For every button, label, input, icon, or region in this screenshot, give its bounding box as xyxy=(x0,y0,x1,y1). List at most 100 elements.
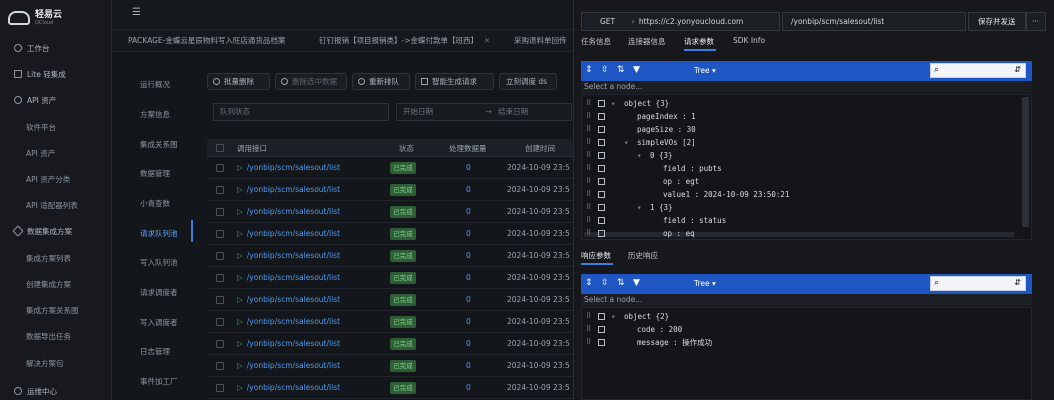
table-row[interactable]: ▷/yonbip/scm/salesout/list 已完成 0 2024-10-09… xyxy=(207,267,582,289)
subnav-overview[interactable]: 运行概况 xyxy=(140,79,170,90)
json-node[interactable]: ⠿ message : 操作成功 xyxy=(582,336,1012,349)
processed-count[interactable]: 0 xyxy=(466,361,471,370)
view-mode-select[interactable]: Tree ▾ xyxy=(694,279,716,288)
expand-toggle-icon[interactable]: ▾ xyxy=(611,97,616,110)
search-nav-icon[interactable]: ⇵ xyxy=(1014,278,1021,287)
sidebar-item-api-assets[interactable]: API 资产 xyxy=(0,91,112,109)
json-node[interactable]: ⠿ pageIndex : 1 xyxy=(582,110,1012,123)
subnav-integration-graph[interactable]: 集成关系图 xyxy=(140,139,178,150)
row-checkbox[interactable] xyxy=(216,230,224,238)
tab-connector-info[interactable]: 连接器信息 xyxy=(628,36,666,47)
expand-all-icon[interactable]: ⇕ xyxy=(585,278,593,288)
dispatch-now-button[interactable]: 立刻调度 ds xyxy=(499,73,557,90)
context-menu-button[interactable] xyxy=(598,178,605,185)
tab-package[interactable]: PACKAGE-金蝶云星辰物料写入旺店通货品档案 xyxy=(128,30,318,51)
table-row[interactable]: ▷/yonbip/scm/salesout/list 已完成 0 2024-10-09… xyxy=(207,289,582,311)
row-checkbox[interactable] xyxy=(216,384,224,392)
row-checkbox[interactable] xyxy=(216,318,224,326)
url-bar[interactable]: GET › https://c2.yonyoucloud.com xyxy=(581,12,780,31)
json-search-input[interactable]: ⌕ ⇵ xyxy=(930,63,1026,78)
table-row[interactable]: ▷/yonbip/scm/salesout/list 已完成 0 2024-10-09… xyxy=(207,223,582,245)
brand-logo[interactable]: 轻易云 QCloud xyxy=(8,8,98,28)
api-link[interactable]: ▷/yonbip/scm/salesout/list xyxy=(237,317,340,326)
json-node[interactable]: ⠿ pageSize : 30 xyxy=(582,123,1012,136)
tab-request-params[interactable]: 请求参数 xyxy=(684,36,714,47)
json-node[interactable]: ⠿ ▾ 0 {3} xyxy=(582,149,1012,162)
sidebar-item-software-platform[interactable]: 软件平台 xyxy=(0,118,112,136)
sidebar-item-api-adapters[interactable]: API 适配器列表 xyxy=(0,196,112,214)
delete-selected-button[interactable]: 删除选中数据 xyxy=(275,73,347,90)
drag-handle-icon[interactable]: ⠿ xyxy=(586,214,591,227)
json-node[interactable]: ⠿ ▾ 1 {3} xyxy=(582,201,1012,214)
subnav-solution-info[interactable]: 方案信息 xyxy=(140,109,170,120)
context-menu-button[interactable] xyxy=(598,339,605,346)
drag-handle-icon[interactable]: ⠿ xyxy=(586,123,591,136)
context-menu-button[interactable] xyxy=(598,100,605,107)
drag-handle-icon[interactable]: ⠿ xyxy=(586,136,591,149)
api-link[interactable]: ▷/yonbip/scm/salesout/list xyxy=(237,383,340,392)
processed-count[interactable]: 0 xyxy=(466,251,471,260)
processed-count[interactable]: 0 xyxy=(466,317,471,326)
save-send-button[interactable]: 保存并发送 xyxy=(968,12,1026,31)
subnav-event-factory[interactable]: 事件加工厂 xyxy=(140,376,178,387)
sidebar-item-ops-center[interactable]: 运维中心 xyxy=(0,382,112,400)
tab-history-response[interactable]: 历史响应 xyxy=(628,250,658,261)
json-node[interactable]: ⠿ op : egt xyxy=(582,175,1012,188)
processed-count[interactable]: 0 xyxy=(466,339,471,348)
drag-handle-icon[interactable]: ⠿ xyxy=(586,310,591,323)
tab-task-info[interactable]: 任务信息 xyxy=(581,36,611,47)
drag-handle-icon[interactable]: ⠿ xyxy=(586,175,591,188)
close-icon[interactable]: ✕ xyxy=(484,36,490,45)
expand-toggle-icon[interactable]: ▾ xyxy=(624,136,629,149)
row-checkbox[interactable] xyxy=(216,252,224,260)
smart-generate-button[interactable]: 智能生成请求 xyxy=(415,73,494,90)
context-menu-button[interactable] xyxy=(598,326,605,333)
table-row[interactable]: ▷/yonbip/scm/salesout/list 已完成 0 2024-10-09… xyxy=(207,333,582,355)
api-link[interactable]: ▷/yonbip/scm/salesout/list xyxy=(237,185,340,194)
context-menu-button[interactable] xyxy=(598,313,605,320)
drag-handle-icon[interactable]: ⠿ xyxy=(586,110,591,123)
table-row[interactable]: ▷/yonbip/scm/salesout/list 已完成 0 2024-10-09… xyxy=(207,201,582,223)
drag-handle-icon[interactable]: ⠿ xyxy=(586,227,591,240)
api-link[interactable]: ▷/yonbip/scm/salesout/list xyxy=(237,229,340,238)
sidebar-item-export-tasks[interactable]: 数据导出任务 xyxy=(0,327,112,345)
row-checkbox[interactable] xyxy=(216,164,224,172)
table-row[interactable]: ▷/yonbip/scm/salesout/list 已完成 0 2024-10-09… xyxy=(207,179,582,201)
context-menu-button[interactable] xyxy=(598,217,605,224)
table-row[interactable]: ▷/yonbip/scm/salesout/list 已完成 0 2024-10-09… xyxy=(207,157,582,179)
batch-delete-button[interactable]: 批量删除 xyxy=(207,73,270,90)
sidebar-item-solution-package[interactable]: 解决方案包 xyxy=(0,354,112,372)
row-checkbox[interactable] xyxy=(216,274,224,282)
api-link[interactable]: ▷/yonbip/scm/salesout/list xyxy=(237,295,340,304)
node-selector[interactable]: Select a node... xyxy=(581,81,1032,93)
sidebar-item-solution-list[interactable]: 集成方案列表 xyxy=(0,249,112,267)
sidebar-item-api-category[interactable]: API 资产分类 xyxy=(0,170,112,188)
api-link[interactable]: ▷/yonbip/scm/salesout/list xyxy=(237,207,340,216)
context-menu-button[interactable] xyxy=(598,139,605,146)
filter-icon[interactable]: ▼ xyxy=(633,278,640,288)
scrollbar[interactable] xyxy=(1022,97,1029,227)
filter-icon[interactable]: ▼ xyxy=(633,65,640,75)
search-nav-icon[interactable]: ⇵ xyxy=(1014,65,1021,74)
api-link[interactable]: ▷/yonbip/scm/salesout/list xyxy=(237,251,340,260)
collapse-all-icon[interactable]: ⇳ xyxy=(601,65,609,75)
json-node[interactable]: ⠿ ▾ object {3} xyxy=(582,97,1012,110)
menu-toggle-icon[interactable]: ☰ xyxy=(132,8,142,18)
drag-handle-icon[interactable]: ⠿ xyxy=(586,336,591,349)
sidebar-item-solution-graph[interactable]: 集成方案关系图 xyxy=(0,301,112,319)
row-checkbox[interactable] xyxy=(216,208,224,216)
context-menu-button[interactable] xyxy=(598,165,605,172)
api-link[interactable]: ▷/yonbip/scm/salesout/list xyxy=(237,339,340,348)
sidebar-item-create-solution[interactable]: 创建集成方案 xyxy=(0,275,112,293)
requeue-button[interactable]: 重新排队 xyxy=(352,73,410,90)
context-menu-button[interactable] xyxy=(598,204,605,211)
node-selector[interactable]: Select a node... xyxy=(581,294,1032,306)
date-range-picker[interactable]: 开始日期 → 结束日期 xyxy=(396,103,572,121)
processed-count[interactable]: 0 xyxy=(466,229,471,238)
start-date-input[interactable]: 开始日期 xyxy=(403,107,433,116)
processed-count[interactable]: 0 xyxy=(466,295,471,304)
view-mode-select[interactable]: Tree ▾ xyxy=(694,66,716,75)
table-row[interactable]: ▷/yonbip/scm/salesout/list 已完成 0 2024-10-09… xyxy=(207,355,582,377)
tab-purchase-return[interactable]: 采购退料单回传 xyxy=(514,30,582,51)
collapse-all-icon[interactable]: ⇳ xyxy=(601,278,609,288)
